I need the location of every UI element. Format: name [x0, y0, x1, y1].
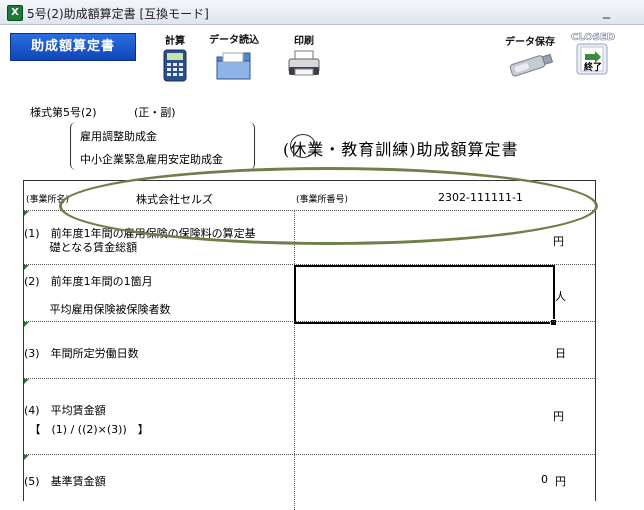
import-data-label: データ読込: [209, 35, 259, 46]
print-button[interactable]: 印刷: [285, 32, 323, 79]
row-1-label-cont: 礎となる賃金総額: [24, 241, 138, 254]
row-5-unit: 円: [555, 475, 566, 488]
closed-label: CLOSED: [570, 32, 616, 44]
window-titlebar: X 5号(2)助成額算定書 [互換モード] _: [0, 0, 644, 25]
minimize-button[interactable]: _: [603, 3, 610, 19]
row-2-label-cont: 平均雇用保険被保険者数: [24, 303, 171, 316]
column-divider: [294, 210, 295, 510]
calculate-label: 計算: [165, 36, 185, 47]
subsidy-name-2: 中小企業緊急雇用安定助成金: [80, 153, 223, 166]
window-title: 5号(2)助成額算定書 [互換モード]: [27, 7, 209, 21]
folder-icon: [216, 52, 251, 80]
row-divider: [24, 321, 595, 322]
exit-label: 終了: [583, 63, 602, 73]
row-4-formula: 【 (1) / ((2)×(3)) 】: [24, 423, 149, 436]
row-1-unit: 円: [553, 235, 564, 248]
circled-selection-mark: [290, 134, 316, 158]
row-4-unit: 円: [553, 410, 564, 423]
row-2-label: (2) 前年度1年間の1箇月: [24, 275, 153, 288]
row-5-label: (5) 基準賃金額: [24, 475, 106, 488]
calculate-button[interactable]: 計算: [158, 32, 192, 83]
usb-drive-icon: [509, 53, 554, 77]
comment-marker: [24, 265, 29, 270]
form-number: 様式第5号(2): [30, 106, 97, 119]
highlight-ellipse-annotation: [59, 167, 598, 245]
printer-icon: [288, 50, 320, 76]
comment-marker: [24, 455, 29, 460]
excel-icon: X: [7, 5, 23, 21]
row-2-unit: 人: [555, 290, 566, 303]
calculator-icon: [163, 49, 187, 82]
row-divider: [24, 454, 595, 455]
save-data-button[interactable]: データ保存: [500, 33, 560, 78]
subsidy-name-1: 雇用調整助成金: [80, 130, 157, 143]
row-3-label: (3) 年間所定労働日数: [24, 347, 139, 360]
row-3-unit: 日: [555, 347, 566, 360]
comment-marker: [24, 379, 29, 384]
document-title: (休業・教育訓練)助成額算定書: [283, 140, 519, 159]
import-data-button[interactable]: データ読込: [206, 31, 262, 82]
row-4-label: (4) 平均賃金額: [24, 404, 106, 417]
form-number-line: 様式第5号(2) (正・副): [30, 104, 176, 120]
form-title-button[interactable]: 助成額算定書: [10, 33, 136, 61]
row-5-value: 0: [541, 473, 548, 486]
print-label: 印刷: [294, 36, 314, 47]
copy-type: (正・副): [134, 106, 176, 119]
selected-input-cell[interactable]: [294, 265, 557, 326]
comment-marker: [24, 322, 29, 327]
row-divider: [24, 378, 595, 379]
exit-button[interactable]: CLOSED 終了: [568, 32, 618, 76]
comment-marker: [24, 211, 29, 216]
save-data-label: データ保存: [505, 37, 555, 48]
